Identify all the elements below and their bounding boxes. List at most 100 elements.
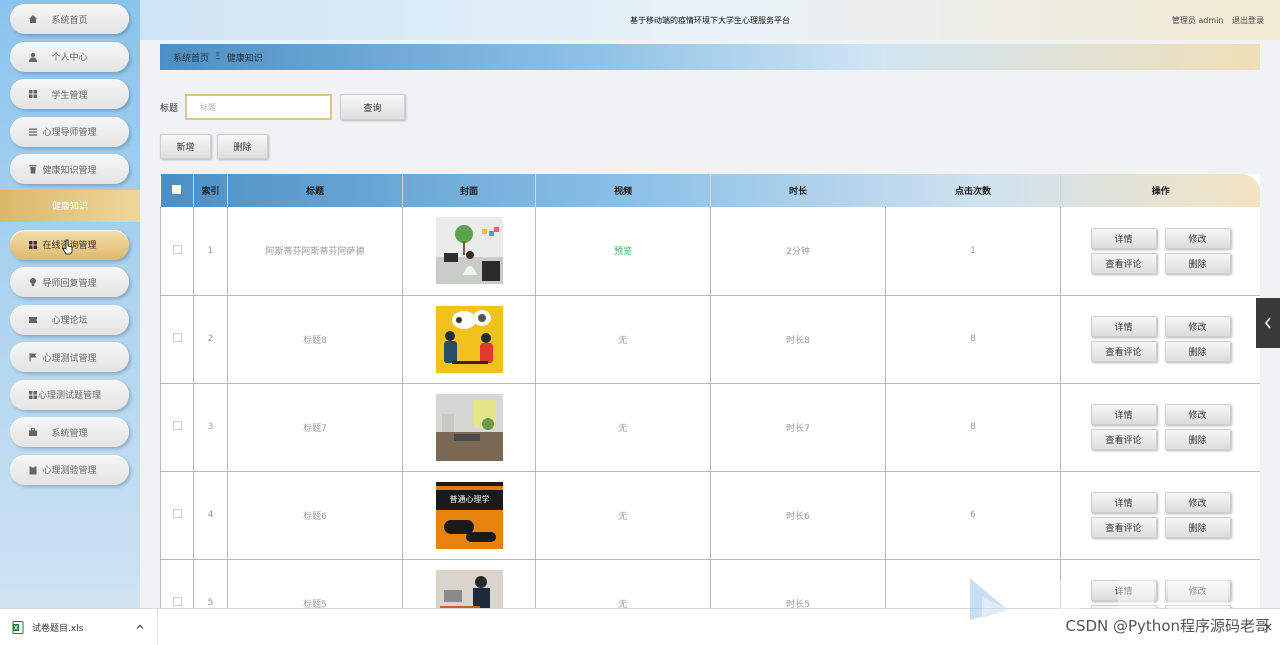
sidebar-item-label: 心理测试管理 [42,353,97,364]
view-comments-button[interactable]: 查看评论 [1090,517,1157,538]
table-row: 1 阿斯蒂芬阿斯蒂芬阿萨德 预览 2分钟 1 详情 修改 查看评论 删除 [160,207,1260,296]
knowledge-table: 索引 标题 封面 视频 时长 点击次数 操作 1 阿斯蒂芬阿斯蒂芬阿萨德 预览 … [160,174,1260,608]
row-checkbox[interactable] [172,597,182,606]
edit-button[interactable]: 修改 [1164,492,1231,513]
cover-image[interactable] [435,569,503,609]
delete-button[interactable]: 删除 [1164,429,1231,450]
row-checkbox[interactable] [172,421,182,430]
view-comments-button[interactable]: 查看评论 [1090,341,1157,362]
app-root: 系统首页 个人中心 学生管理 心理导师管理 健康知识管理 健康知识 在线咨询管理… [0,0,1280,645]
sidebar-item-psych-test[interactable]: 心理测试管理 [10,342,129,372]
row-checkbox[interactable] [172,509,182,518]
row-video: 无 [535,383,711,472]
sidebar-item-forum[interactable]: 心理论坛 [10,304,129,335]
side-panel-toggle[interactable] [1256,298,1280,348]
edit-button[interactable]: 修改 [1164,404,1231,425]
table-row: 3 标题7 无 时长7 8 详情 修改 查看评论 删除 [160,383,1260,472]
bulk-delete-button[interactable]: 删除 [217,134,268,159]
cover-cell [402,559,536,609]
grid-icon [29,90,37,98]
column-header: 封面 [402,174,536,207]
grid-icon [29,240,37,249]
table-row: 2 标题8 无 时长8 8 详情 修改 查看评论 删除 [160,295,1260,384]
delete-button[interactable]: 删除 [1164,252,1231,274]
home-icon [29,15,37,23]
sidebar-item-psych-exam[interactable]: 心理测验管理 [10,454,129,485]
sidebar-item-label: 心理论坛 [51,316,88,326]
logout-link[interactable]: 退出登录 [1232,16,1264,25]
edit-button[interactable]: 修改 [1164,580,1231,601]
row-duration: 时长8 [710,295,886,384]
sidebar-item-label: 学生管理 [51,90,88,101]
sidebar-item-home[interactable]: 系统首页 [10,4,129,34]
detail-button[interactable]: 详情 [1090,580,1157,601]
breadcrumb-current: 健康知识 [226,53,263,64]
row-index: 3 [193,383,228,472]
select-all-checkbox[interactable] [172,184,182,194]
row-checkbox[interactable] [172,333,182,342]
row-clicks: 8 [885,295,1061,384]
detail-button[interactable]: 详情 [1090,492,1157,513]
breadcrumb-separator: Ξ [215,52,221,62]
sidebar-item-students[interactable]: 学生管理 [10,79,129,109]
row-checkbox[interactable] [172,244,182,254]
sidebar-item-mentor-reply[interactable]: 导师回复管理 [10,267,129,297]
sidebar-item-label: 导师回复管理 [42,278,97,289]
row-operations: 详情 修改 查看评论 删除 [1060,295,1260,384]
column-header: 视频 [535,174,711,207]
row-duration: 时长7 [710,383,886,472]
chevron-up-icon[interactable] [135,622,145,632]
list-icon [29,128,37,136]
row-operations: 详情 修改 查看评论 删除 [1060,207,1260,296]
breadcrumb: 系统首页 Ξ 健康知识 [160,44,1260,70]
edit-button[interactable]: 修改 [1164,227,1231,249]
bulb-icon [30,278,36,286]
row-duration: 时长6 [710,471,886,560]
cover-image[interactable] [435,305,503,373]
sidebar-item-online-consult[interactable]: 在线咨询管理 [10,229,129,260]
table-header-row: 索引 标题 封面 视频 时长 点击次数 操作 [160,174,1260,207]
view-comments-button[interactable]: 查看评论 [1090,429,1157,450]
knowledge-table-wrap: 索引 标题 封面 视频 时长 点击次数 操作 1 阿斯蒂芬阿斯蒂芬阿萨德 预览 … [160,174,1260,608]
sidebar-subitem-label: 健康知识 [51,202,88,212]
sidebar-subitem-health-knowledge[interactable]: 健康知识 [0,189,140,222]
sidebar-item-psych-questions[interactable]: 心理测试题管理 [10,379,129,410]
row-clicks: 6 [885,471,1061,560]
cover-image[interactable] [435,217,503,285]
edit-button[interactable]: 修改 [1164,316,1231,337]
detail-button[interactable]: 详情 [1090,316,1157,337]
add-button[interactable]: 新增 [160,134,211,159]
sidebar-item-label: 系统管理 [51,428,88,439]
grid-icon [29,390,37,399]
row-duration: 时长5 [710,559,886,608]
flag-icon [29,353,37,362]
row-title: 标题7 [227,383,403,472]
sidebar-item-health-knowledge[interactable]: 健康知识管理 [10,154,129,184]
detail-button[interactable]: 详情 [1090,227,1157,249]
video-preview-link[interactable]: 预览 [614,247,632,257]
title-search-input[interactable] [185,94,332,120]
delete-button[interactable]: 删除 [1164,517,1231,538]
cover-image[interactable] [435,393,503,461]
sidebar-item-label: 心理导师管理 [42,128,97,138]
sidebar-item-label: 系统首页 [51,15,88,26]
delete-button[interactable]: 删除 [1164,341,1231,362]
query-button[interactable]: 查询 [340,94,405,120]
excel-file-icon [12,620,24,634]
sidebar-item-mentors[interactable]: 心理导师管理 [10,116,129,147]
trash-icon [29,165,37,174]
csdn-watermark-text: CSDN @Python程序源码老哥 [1065,617,1270,635]
breadcrumb-home[interactable]: 系统首页 [173,51,209,64]
column-header: 标题 [227,174,403,207]
cover-image[interactable]: 普通心理学 [435,481,503,549]
view-comments-button[interactable]: 查看评论 [1090,252,1157,274]
row-index: 5 [193,559,228,608]
detail-button[interactable]: 详情 [1090,404,1157,425]
sidebar-item-profile[interactable]: 个人中心 [10,41,129,72]
column-header: 时长 [710,174,886,207]
sidebar-item-system[interactable]: 系统管理 [10,417,129,447]
briefcase-icon [29,428,37,436]
cover-cell [402,207,536,296]
download-item[interactable]: 试卷题目.xls [0,609,158,645]
row-operations: 详情 修改 查看评论 删除 [1060,471,1260,560]
